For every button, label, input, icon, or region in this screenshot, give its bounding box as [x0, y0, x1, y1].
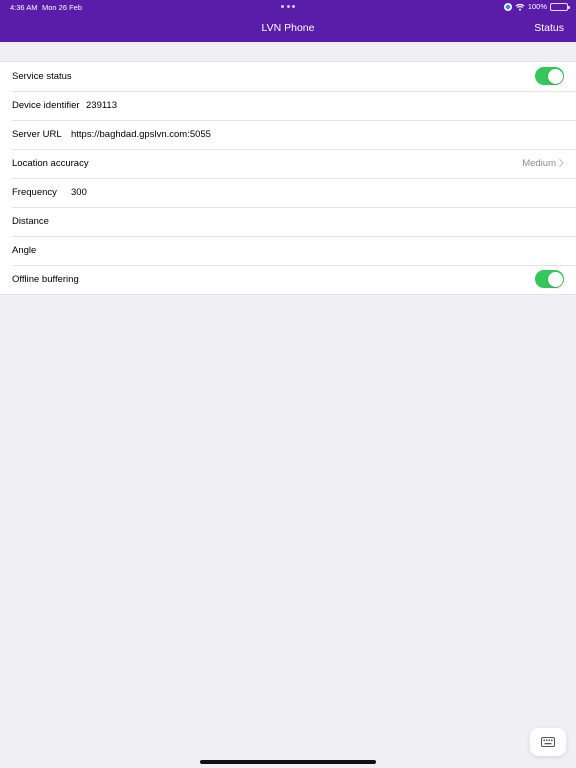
frequency-field[interactable]: 300 [71, 187, 87, 198]
device-identifier-label: Device identifier [12, 100, 80, 111]
location-accuracy-row[interactable]: Location accuracy Medium [0, 149, 576, 178]
service-status-label: Service status [12, 71, 72, 82]
server-url-row[interactable]: Server URL https://baghdad.gpslvn.com:50… [0, 120, 576, 149]
device-identifier-field[interactable]: 239113 [86, 100, 117, 111]
device-identifier-row[interactable]: Device identifier 239113 [0, 91, 576, 120]
settings-list: Service status Device identifier 239113 … [0, 61, 576, 295]
home-indicator[interactable] [200, 760, 376, 764]
page-title: LVN Phone [261, 22, 315, 34]
offline-buffering-label: Offline buffering [12, 274, 79, 285]
service-status-row: Service status [0, 62, 576, 91]
angle-row[interactable]: Angle [0, 236, 576, 265]
service-status-toggle[interactable] [535, 67, 564, 85]
server-url-field[interactable]: https://baghdad.gpslvn.com:5055 [71, 129, 211, 140]
location-accuracy-label: Location accuracy [12, 158, 89, 169]
multitasking-dots-icon[interactable] [281, 5, 295, 8]
offline-buffering-row: Offline buffering [0, 265, 576, 294]
location-icon [503, 2, 512, 11]
angle-label: Angle [12, 245, 37, 256]
location-accuracy-value: Medium [522, 158, 556, 169]
status-indicators: 100% [503, 2, 570, 11]
status-time: 4:36 AM [10, 3, 38, 12]
wifi-icon [515, 3, 525, 11]
battery-percentage: 100% [527, 2, 547, 11]
keyboard-icon [541, 737, 555, 747]
navigation-bar: LVN Phone Status [0, 14, 576, 42]
frequency-label: Frequency [12, 187, 57, 198]
keyboard-button[interactable] [530, 728, 566, 756]
status-button[interactable]: Status [534, 22, 564, 34]
status-bar: 4:36 AM Mon 26 Feb 100% [0, 0, 576, 14]
status-date: Mon 26 Feb [42, 3, 83, 12]
battery-icon [550, 2, 570, 11]
frequency-row[interactable]: Frequency 300 [0, 178, 576, 207]
distance-label: Distance [12, 216, 49, 227]
offline-buffering-toggle[interactable] [535, 270, 564, 288]
server-url-label: Server URL [12, 129, 62, 140]
distance-row[interactable]: Distance [0, 207, 576, 236]
chevron-right-icon [559, 158, 564, 168]
